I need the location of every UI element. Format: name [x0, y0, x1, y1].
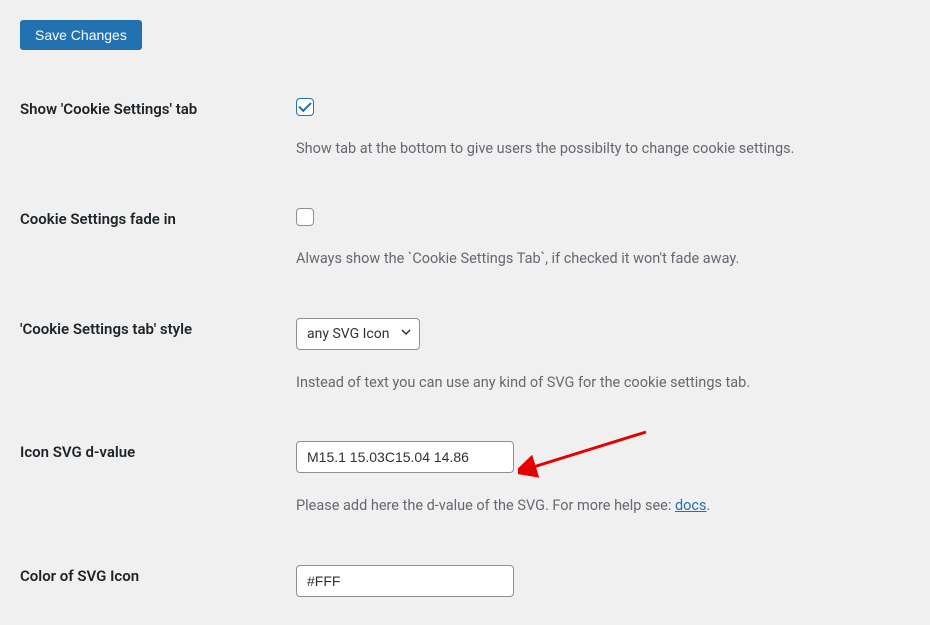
settings-form: Show 'Cookie Settings' tab Show tab at t… — [20, 98, 910, 619]
row-show-cookie-tab: Show 'Cookie Settings' tab Show tab at t… — [20, 98, 910, 160]
row-svg-d: Icon SVG d-value Please add here the d-v… — [20, 441, 910, 517]
description-svg-d: Please add here the d-value of the SVG. … — [296, 495, 910, 517]
field-svg-d: Please add here the d-value of the SVG. … — [296, 441, 910, 517]
input-svg-color[interactable] — [296, 565, 514, 597]
description-svg-d-suffix: . — [707, 497, 711, 514]
checkbox-fade-in[interactable] — [296, 208, 314, 226]
field-svg-color — [296, 565, 910, 619]
select-tab-style-value: any SVG Icon — [307, 326, 389, 342]
description-tab-style: Instead of text you can use any kind of … — [296, 372, 910, 394]
row-fade-in: Cookie Settings fade in Always show the … — [20, 208, 910, 270]
label-svg-d: Icon SVG d-value — [20, 441, 296, 461]
label-tab-style: 'Cookie Settings tab' style — [20, 318, 296, 338]
input-svg-d[interactable] — [296, 441, 514, 473]
label-show-cookie-tab: Show 'Cookie Settings' tab — [20, 98, 296, 118]
checkbox-show-cookie-tab[interactable] — [296, 98, 314, 116]
field-show-cookie-tab: Show tab at the bottom to give users the… — [296, 98, 910, 160]
select-tab-style[interactable]: any SVG Icon — [296, 318, 420, 350]
field-tab-style: any SVG Icon Instead of text you can use… — [296, 318, 910, 394]
row-svg-color: Color of SVG Icon — [20, 565, 910, 619]
field-fade-in: Always show the `Cookie Settings Tab`, i… — [296, 208, 910, 270]
row-tab-style: 'Cookie Settings tab' style any SVG Icon… — [20, 318, 910, 394]
description-svg-d-prefix: Please add here the d-value of the SVG. … — [296, 497, 675, 514]
description-fade-in: Always show the `Cookie Settings Tab`, i… — [296, 248, 910, 270]
save-button[interactable]: Save Changes — [20, 20, 142, 50]
docs-link[interactable]: docs — [675, 497, 707, 514]
label-fade-in: Cookie Settings fade in — [20, 208, 296, 228]
description-show-cookie-tab: Show tab at the bottom to give users the… — [296, 138, 910, 160]
label-svg-color: Color of SVG Icon — [20, 565, 296, 585]
